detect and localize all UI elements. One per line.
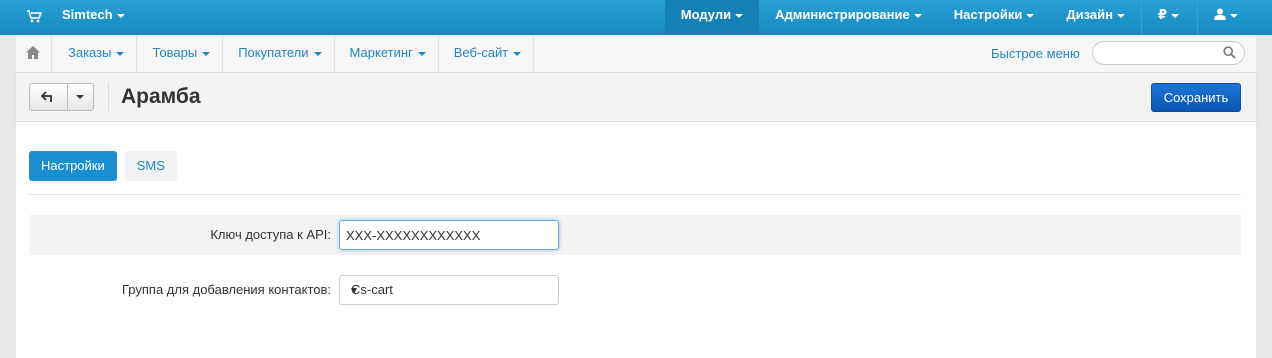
selected-option: Cs-cart [351, 282, 393, 297]
nav-label: Веб-сайт [453, 45, 509, 60]
back-arrow-icon [41, 91, 52, 102]
chevron-down-icon [116, 51, 125, 56]
chevron-down-icon [116, 13, 125, 18]
chevron-down-icon [313, 51, 322, 56]
nav-marketing[interactable]: Маркетинг [335, 35, 439, 72]
page-header: Арамба Сохранить [16, 73, 1256, 122]
search-icon[interactable] [1223, 46, 1236, 62]
topmenu-label: Администрирование [775, 7, 910, 22]
cart-icon[interactable] [26, 8, 44, 26]
chevron-down-icon [76, 95, 84, 99]
back-dropdown-button[interactable] [68, 84, 93, 110]
topmenu-modules[interactable]: Модули [664, 0, 760, 35]
tab-divider [29, 194, 1241, 195]
tab-bar: Настройки SMS [29, 151, 185, 181]
topmenu-label: Дизайн [1066, 7, 1113, 22]
topmenu-label: Настройки [953, 7, 1023, 22]
nav-label: Заказы [68, 45, 112, 60]
topmenu-administration[interactable]: Администрирование [759, 0, 938, 35]
store-selector[interactable]: Simtech [62, 0, 125, 35]
chevron-down-icon [1116, 13, 1125, 18]
nav-customers[interactable]: Покупатели [223, 35, 335, 72]
search-box [1092, 41, 1245, 65]
chevron-down-icon [1171, 13, 1179, 18]
api-key-label: Ключ доступа к API: [210, 227, 331, 242]
quick-menu-link[interactable]: Быстрое меню [991, 35, 1080, 72]
nav-orders[interactable]: Заказы [53, 35, 138, 72]
topmenu-label: Модули [680, 7, 732, 22]
chevron-down-icon [202, 51, 211, 56]
contact-group-label: Группа для добавления контактов: [121, 282, 331, 297]
chevron-down-icon [735, 13, 744, 18]
nav-label: Товары [152, 45, 198, 60]
back-button[interactable] [30, 84, 68, 110]
back-button-group [29, 83, 94, 111]
chevron-down-icon [513, 51, 522, 56]
currency-label: ₽ [1157, 7, 1167, 22]
chevron-down-icon [1026, 13, 1035, 18]
store-name: Simtech [62, 7, 113, 22]
save-button[interactable]: Сохранить [1151, 83, 1241, 112]
api-key-row: Ключ доступа к API: [29, 215, 1241, 255]
home-icon [26, 46, 40, 59]
top-navbar: Simtech Модули Администрирование Настрой… [0, 0, 1272, 35]
topmenu-settings[interactable]: Настройки [938, 0, 1051, 35]
divider [108, 83, 109, 111]
tab-sms[interactable]: SMS [124, 151, 177, 181]
page-title: Арамба [121, 85, 201, 108]
nav-label: Маркетинг [349, 45, 413, 60]
top-menu: Модули Администрирование Настройки Дизай… [664, 0, 1256, 35]
api-key-input[interactable] [339, 220, 559, 250]
contact-group-row: Группа для добавления контактов: Cs-cart [29, 270, 1241, 310]
user-menu[interactable] [1198, 0, 1256, 35]
main-navigation: Заказы Товары Покупатели Маркетинг Веб-с… [16, 35, 1256, 73]
search-input[interactable] [1103, 42, 1223, 64]
chevron-down-icon [417, 51, 426, 56]
chevron-down-icon [913, 13, 922, 18]
main-content: Настройки SMS Ключ доступа к API: Группа… [16, 122, 1256, 358]
contact-group-select[interactable]: Cs-cart [339, 275, 559, 305]
tab-settings[interactable]: Настройки [29, 151, 117, 181]
nav-menu: Заказы Товары Покупатели Маркетинг Веб-с… [53, 35, 535, 72]
nav-products[interactable]: Товары [137, 35, 224, 72]
nav-label: Покупатели [238, 45, 309, 60]
currency-selector[interactable]: ₽ [1142, 0, 1197, 35]
user-icon [1214, 7, 1226, 22]
dropdown-arrow-icon [351, 288, 357, 294]
nav-website[interactable]: Веб-сайт [439, 35, 535, 72]
topmenu-design[interactable]: Дизайн [1050, 0, 1141, 35]
chevron-down-icon [1230, 13, 1238, 18]
home-button[interactable] [16, 35, 52, 72]
